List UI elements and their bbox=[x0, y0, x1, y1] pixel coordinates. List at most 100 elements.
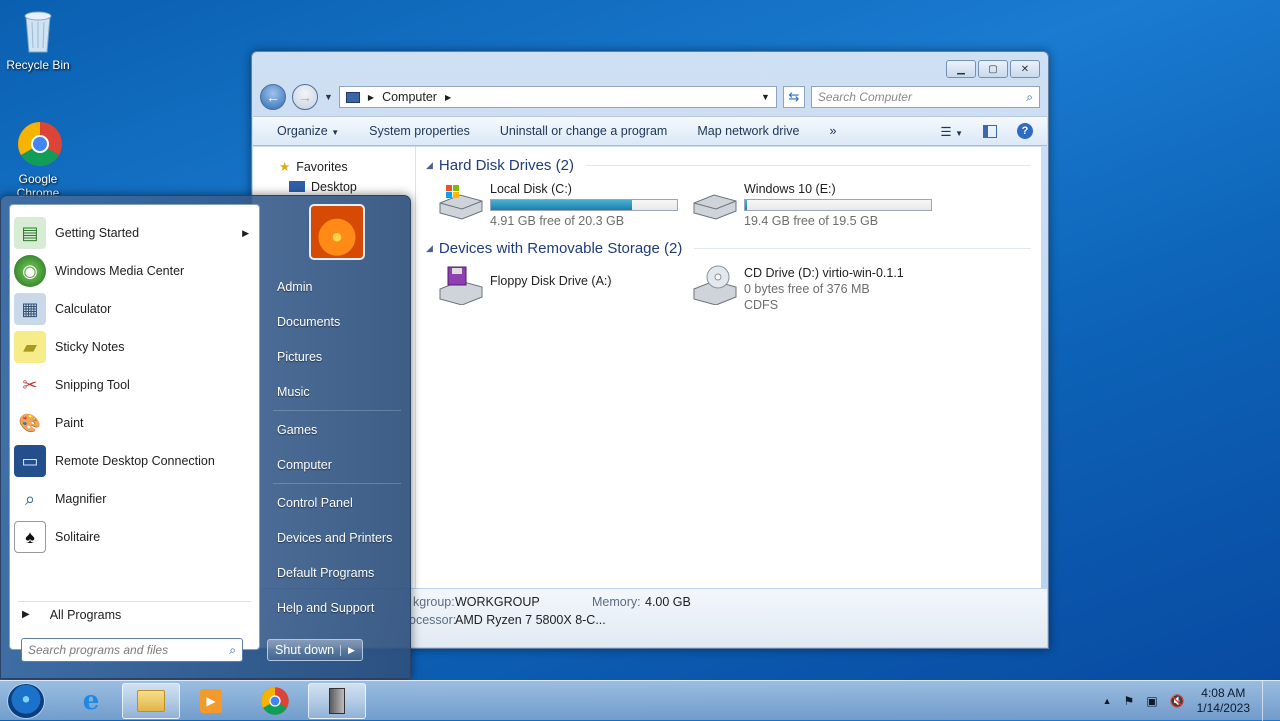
taskbar-internet-explorer[interactable]: e bbox=[62, 683, 120, 719]
calculator-icon: ▦ bbox=[14, 293, 46, 325]
forward-button[interactable]: → bbox=[292, 84, 318, 110]
group-header-hard-disks[interactable]: ◢ Hard Disk Drives (2) bbox=[426, 157, 1031, 174]
change-view-button[interactable]: ☰ ▼ bbox=[940, 124, 963, 139]
recent-pages-dropdown-icon[interactable]: ▼ bbox=[324, 92, 333, 102]
program-calculator[interactable]: ▦ Calculator bbox=[14, 291, 257, 327]
desktop-icon-recycle-bin[interactable]: Recycle Bin bbox=[0, 6, 76, 72]
drive-item-d[interactable]: CD Drive (D:) virtio-win-0.1.1 0 bytes f… bbox=[690, 265, 904, 313]
action-center-flag-icon[interactable]: ⚑ bbox=[1124, 694, 1135, 708]
magnifier-icon: ⌕ bbox=[24, 488, 36, 509]
start-button[interactable] bbox=[7, 683, 45, 719]
program-windows-media-center[interactable]: ◉ Windows Media Center bbox=[14, 253, 257, 289]
system-tray: ▲ ⚑ ▣ 🔇 4:08 AM 1/14/2023 bbox=[1103, 681, 1272, 721]
address-bar[interactable]: ▶ Computer ▶ ▼ bbox=[338, 86, 777, 108]
program-label: Windows Media Center bbox=[55, 264, 185, 278]
drive-item-a[interactable]: Floppy Disk Drive (A:) bbox=[436, 265, 612, 306]
maximize-button[interactable]: ▢ bbox=[978, 60, 1008, 78]
workgroup-value: WORKGROUP bbox=[455, 595, 540, 609]
group-title: Hard Disk Drives (2) bbox=[438, 157, 574, 174]
user-avatar[interactable] bbox=[309, 204, 365, 260]
program-magnifier[interactable]: ⌕ Magnifier bbox=[14, 481, 257, 517]
organize-button[interactable]: Organize ▼ bbox=[277, 124, 339, 138]
drive-free-space: 19.4 GB free of 19.5 GB bbox=[744, 214, 879, 228]
nav-item-desktop[interactable]: Desktop bbox=[289, 180, 357, 194]
nav-item-label: Desktop bbox=[311, 180, 357, 194]
taskbar-windows-explorer[interactable] bbox=[122, 683, 180, 719]
submenu-arrow-icon[interactable]: ▶ bbox=[242, 228, 249, 239]
system-properties-button[interactable]: System properties bbox=[369, 124, 470, 138]
breadcrumb-separator-icon[interactable]: ▶ bbox=[368, 93, 374, 102]
places-item-games[interactable]: Games bbox=[277, 419, 317, 441]
places-item-devices-printers[interactable]: Devices and Printers bbox=[277, 527, 392, 549]
places-item-control-panel[interactable]: Control Panel bbox=[277, 492, 353, 514]
program-remote-desktop[interactable]: ▭ Remote Desktop Connection bbox=[14, 443, 257, 479]
start-search-box[interactable]: Search programs and files ⌕ bbox=[21, 638, 243, 662]
chrome-icon bbox=[261, 687, 289, 715]
desktop-icon-label: Recycle Bin bbox=[6, 58, 70, 72]
desktop-icon-chrome[interactable]: Google Chrome bbox=[0, 120, 76, 200]
taskbar-computer[interactable] bbox=[308, 683, 366, 719]
memory-value: 4.00 GB bbox=[645, 595, 691, 609]
places-item-admin[interactable]: Admin bbox=[277, 276, 312, 298]
program-getting-started[interactable]: ▤ Getting Started ▶ bbox=[14, 215, 257, 251]
refresh-icon[interactable]: ⇆ bbox=[782, 86, 805, 108]
search-icon[interactable]: ⌕ bbox=[1026, 90, 1033, 105]
remote-desktop-icon: ▭ bbox=[14, 445, 46, 477]
all-programs-label: All Programs bbox=[49, 607, 122, 622]
program-sticky-notes[interactable]: ▰ Sticky Notes bbox=[14, 329, 257, 365]
all-programs-button[interactable]: ▶ All Programs bbox=[18, 601, 251, 627]
places-item-help-support[interactable]: Help and Support bbox=[277, 597, 374, 619]
breadcrumb-computer[interactable]: Computer bbox=[382, 90, 437, 104]
places-item-computer[interactable]: Computer bbox=[277, 454, 332, 476]
uninstall-program-button[interactable]: Uninstall or change a program bbox=[500, 124, 667, 138]
clock-date: 1/14/2023 bbox=[1196, 701, 1250, 715]
drive-item-c[interactable]: Local Disk (C:) 4.91 GB free of 20.3 GB bbox=[436, 181, 678, 229]
hard-disk-icon bbox=[690, 181, 738, 221]
minimize-button[interactable]: ▁ bbox=[946, 60, 976, 78]
network-icon[interactable]: ▣ bbox=[1146, 694, 1157, 708]
breadcrumb-chevron-icon[interactable]: ▶ bbox=[445, 93, 753, 102]
drive-name: Floppy Disk Drive (A:) bbox=[490, 274, 612, 288]
view-icon: ☰ bbox=[940, 124, 952, 139]
more-commands-button[interactable]: » bbox=[829, 124, 836, 138]
search-icon[interactable]: ⌕ bbox=[229, 643, 236, 658]
volume-muted-icon[interactable]: 🔇 bbox=[1170, 694, 1185, 708]
chrome-icon bbox=[16, 120, 62, 168]
show-hidden-icons-icon[interactable]: ▲ bbox=[1103, 696, 1112, 706]
hard-disk-windows-icon bbox=[436, 181, 484, 221]
nav-item-favorites[interactable]: ★ Favorites bbox=[279, 159, 354, 174]
divider bbox=[273, 483, 401, 484]
collapse-icon[interactable]: ◢ bbox=[426, 243, 433, 254]
shutdown-button[interactable]: Shut down ▶ bbox=[267, 639, 363, 661]
places-item-documents[interactable]: Documents bbox=[277, 311, 340, 333]
drive-usage-fill bbox=[745, 200, 747, 210]
show-desktop-button[interactable] bbox=[1262, 681, 1272, 721]
search-box[interactable]: Search Computer ⌕ bbox=[810, 86, 1040, 108]
preview-pane-button[interactable] bbox=[983, 124, 997, 138]
map-network-drive-button[interactable]: Map network drive bbox=[697, 124, 799, 138]
back-button[interactable]: ← bbox=[260, 84, 286, 110]
program-solitaire[interactable]: ♠ Solitaire bbox=[14, 519, 257, 555]
address-dropdown-icon[interactable]: ▼ bbox=[761, 92, 770, 102]
places-item-music[interactable]: Music bbox=[277, 381, 310, 403]
taskbar-media-player[interactable]: ▶ bbox=[182, 683, 240, 719]
help-icon[interactable]: ? bbox=[1017, 123, 1033, 139]
drive-name: Windows 10 (E:) bbox=[744, 182, 836, 196]
program-snipping-tool[interactable]: ✂ Snipping Tool bbox=[14, 367, 257, 403]
close-button[interactable]: ✕ bbox=[1010, 60, 1040, 78]
group-header-removable[interactable]: ◢ Devices with Removable Storage (2) bbox=[426, 240, 1031, 257]
shutdown-options-arrow-icon[interactable]: ▶ bbox=[340, 644, 362, 656]
program-paint[interactable]: 🎨 Paint bbox=[14, 405, 257, 441]
program-label: Paint bbox=[55, 416, 84, 430]
taskbar-chrome[interactable] bbox=[246, 683, 304, 719]
places-item-pictures[interactable]: Pictures bbox=[277, 346, 322, 368]
places-item-default-programs[interactable]: Default Programs bbox=[277, 562, 374, 584]
clock[interactable]: 4:08 AM 1/14/2023 bbox=[1197, 686, 1250, 716]
start-search-placeholder: Search programs and files bbox=[28, 643, 169, 657]
collapse-icon[interactable]: ◢ bbox=[426, 160, 433, 171]
drive-item-e[interactable]: Windows 10 (E:) 19.4 GB free of 19.5 GB bbox=[690, 181, 932, 229]
program-label: Magnifier bbox=[55, 492, 107, 506]
processor-value: AMD Ryzen 7 5800X 8-C... bbox=[455, 613, 606, 627]
program-label: Getting Started bbox=[55, 226, 140, 240]
program-label: Remote Desktop Connection bbox=[55, 454, 215, 468]
